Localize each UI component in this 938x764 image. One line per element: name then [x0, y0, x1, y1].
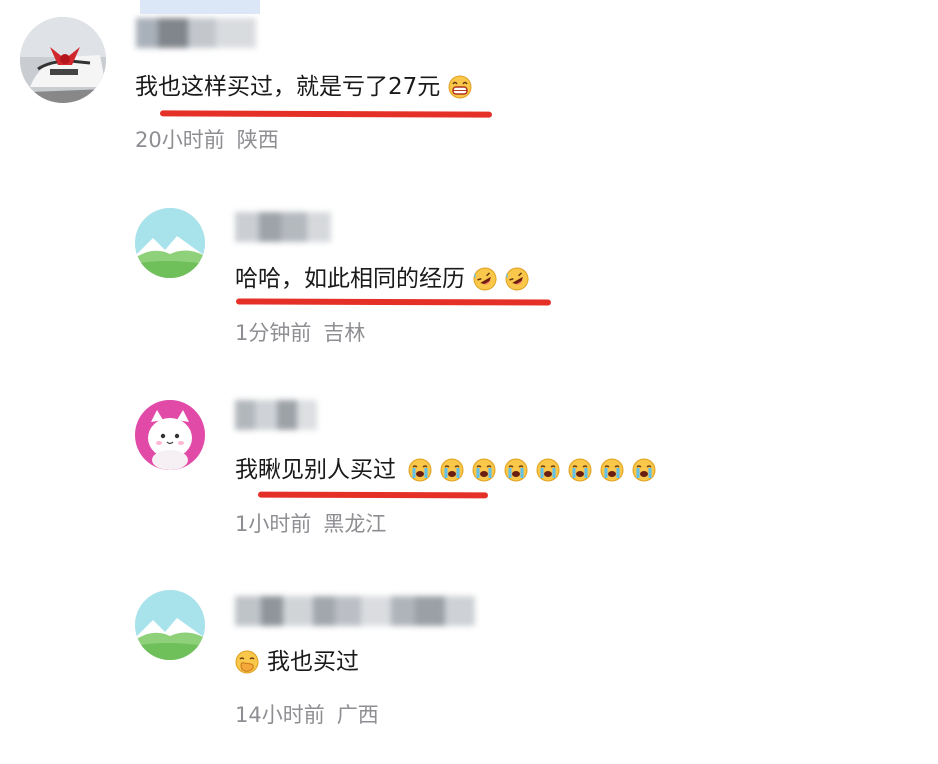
landscape-avatar-icon — [135, 208, 205, 278]
rofl-icon — [505, 267, 529, 291]
comment-location: 黑龙江 — [323, 512, 387, 536]
red-underline-2 — [235, 298, 552, 306]
red-underline-1 — [159, 110, 493, 118]
comment-meta: 1分钟前 吉林 — [235, 320, 365, 346]
comment-location: 广西 — [336, 703, 379, 727]
comment-text: 我瞅见别人买过 — [235, 455, 656, 485]
crying-icon — [632, 458, 656, 482]
crying-icon — [536, 458, 560, 482]
landscape-avatar-icon — [135, 590, 205, 660]
avatar-car[interactable] — [20, 17, 106, 103]
username-blurred[interactable] — [235, 400, 317, 430]
comment-meta: 1小时前 黑龙江 — [235, 511, 386, 537]
username-blurred[interactable] — [235, 596, 475, 626]
hand-over-mouth-icon — [235, 650, 259, 674]
comment-location: 陕西 — [236, 128, 279, 152]
avatar-landscape[interactable] — [135, 208, 205, 278]
comment-location: 吉林 — [323, 321, 366, 345]
crying-emoji-row — [400, 458, 656, 482]
comment-text: 哈哈，如此相同的经历 — [235, 264, 529, 294]
crying-icon — [440, 458, 464, 482]
avatar-cat[interactable] — [135, 400, 205, 470]
crying-icon — [600, 458, 624, 482]
car-avatar-icon — [20, 17, 106, 103]
username-blurred[interactable] — [136, 18, 256, 48]
comment-time: 20小时前 — [135, 128, 225, 152]
comment-text: 我也这样买过，就是亏了27元 — [135, 72, 472, 102]
name-highlight — [140, 0, 260, 14]
rofl-icon — [473, 267, 497, 291]
crying-icon — [504, 458, 528, 482]
comment-meta: 20小时前 陕西 — [135, 127, 279, 153]
red-underline-3 — [257, 491, 489, 499]
comment-time: 1小时前 — [235, 512, 312, 536]
username-blurred[interactable] — [235, 212, 331, 242]
grin-icon — [448, 75, 472, 99]
avatar-landscape[interactable] — [135, 590, 205, 660]
cat-avatar-icon — [135, 400, 205, 470]
comment-time: 1分钟前 — [235, 321, 312, 345]
crying-icon — [408, 458, 432, 482]
comment-time: 14小时前 — [235, 703, 325, 727]
crying-icon — [472, 458, 496, 482]
crying-icon — [568, 458, 592, 482]
comment-meta: 14小时前 广西 — [235, 702, 379, 728]
comment-text: 我也买过 — [235, 647, 359, 677]
